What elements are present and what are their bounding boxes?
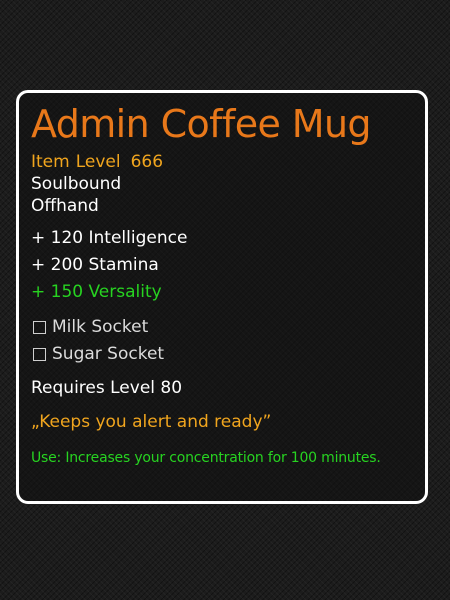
item-name: Admin Coffee Mug (31, 102, 372, 146)
use-effect-text: Use: Increases your concentration for 10… (31, 450, 381, 466)
item-level: Item Level 666 (31, 151, 415, 173)
socket-label: Milk Socket (52, 317, 149, 337)
empty-socket-icon (33, 321, 46, 334)
empty-socket-icon (33, 348, 46, 361)
stat-stamina: + 200 Stamina (31, 255, 159, 275)
item-tooltip: Admin Coffee Mug Item Level 666 Soulbound … (16, 90, 428, 504)
socket-label: Sugar Socket (52, 344, 165, 364)
socket-milk: Milk Socket (31, 314, 415, 341)
stats-list: + 120 Intelligence + 200 Stamina + 150 V… (31, 225, 415, 306)
slot-text: Offhand (31, 196, 99, 216)
item-level-value: 666 (130, 152, 164, 172)
item-level-label-2: Level (75, 152, 121, 172)
item-level-label-1: Item (31, 152, 70, 172)
binding-text: Soulbound (31, 174, 122, 194)
flavor-text: „Keeps you alert and ready” (31, 412, 272, 432)
level-requirement: Requires Level 80 (31, 378, 183, 398)
stat-intelligence: + 120 Intelligence (31, 228, 188, 248)
stat-versality: + 150 Versality (31, 282, 162, 302)
sockets-list: Milk Socket Sugar Socket (31, 314, 415, 368)
socket-sugar: Sugar Socket (31, 341, 415, 368)
